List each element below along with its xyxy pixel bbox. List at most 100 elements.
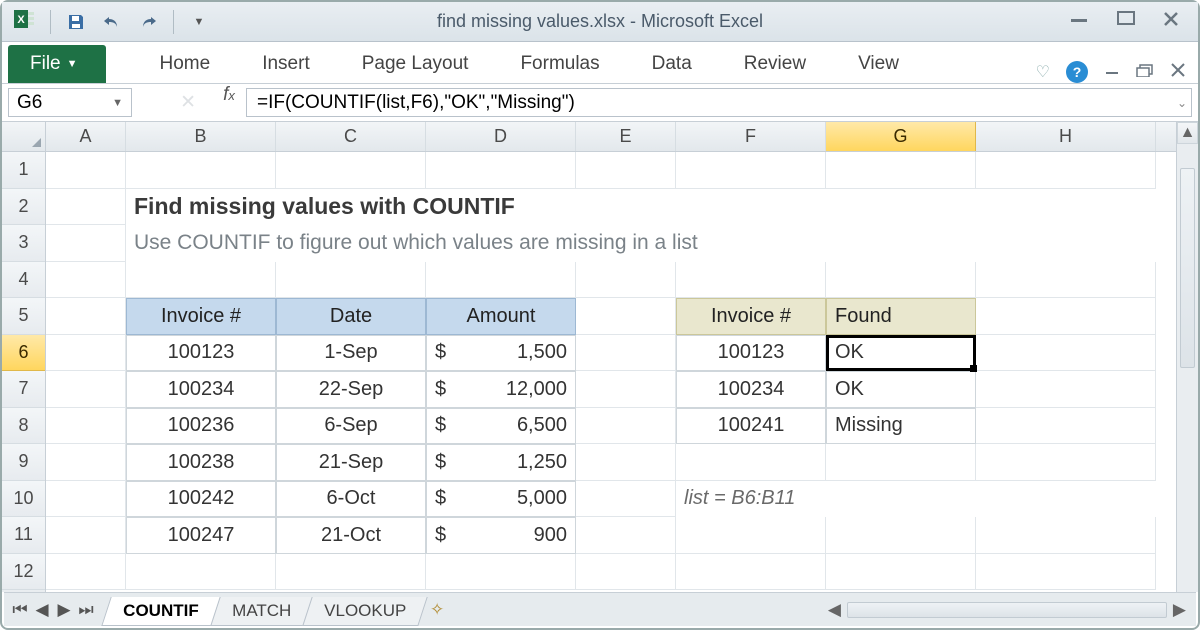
last-sheet-icon[interactable]: ⏭ [76, 600, 96, 620]
chevron-down-icon[interactable]: ▼ [112, 97, 123, 109]
title-cell[interactable]: Find missing values with COUNTIF [126, 189, 826, 226]
tab-formulas[interactable]: Formulas [516, 47, 603, 83]
col-header[interactable]: A [46, 122, 126, 151]
cell[interactable] [976, 335, 1156, 372]
tab-home[interactable]: Home [156, 47, 215, 83]
cell[interactable] [576, 298, 676, 335]
tab-review[interactable]: Review [740, 47, 810, 83]
col-header[interactable]: D [426, 122, 576, 151]
cell[interactable] [976, 408, 1156, 445]
active-cell[interactable]: OK [826, 335, 976, 372]
table-cell[interactable]: 100123 [126, 335, 276, 372]
table-header[interactable]: Found [826, 298, 976, 335]
scroll-right-icon[interactable]: ▶ [1173, 600, 1186, 620]
table-cell[interactable]: 100123 [676, 335, 826, 372]
cell[interactable] [976, 554, 1156, 591]
cell[interactable] [976, 152, 1156, 189]
row-header[interactable]: 9 [2, 444, 45, 481]
cell[interactable] [126, 262, 276, 299]
cell[interactable] [576, 408, 676, 445]
tab-page-layout[interactable]: Page Layout [358, 47, 473, 83]
cell[interactable] [976, 262, 1156, 299]
table-cell[interactable]: OK [826, 371, 976, 408]
cell[interactable] [826, 554, 976, 591]
cell[interactable] [826, 262, 976, 299]
cell[interactable] [976, 298, 1156, 335]
row-header[interactable]: 1 [2, 152, 45, 189]
row-header[interactable]: 12 [2, 554, 45, 591]
cell[interactable] [426, 152, 576, 189]
cell[interactable] [46, 225, 126, 262]
col-header-selected[interactable]: G [826, 122, 976, 151]
cell[interactable] [46, 262, 126, 299]
cell[interactable] [46, 189, 126, 226]
table-cell[interactable]: 100247 [126, 517, 276, 554]
table-cell[interactable]: $1,500 [426, 335, 576, 372]
cell[interactable] [276, 262, 426, 299]
table-header[interactable]: Amount [426, 298, 576, 335]
cell[interactable] [46, 371, 126, 408]
sheet-tab[interactable]: MATCH [210, 597, 313, 626]
table-cell[interactable]: 100234 [126, 371, 276, 408]
horizontal-scrollbar[interactable]: ◀ ▶ [828, 600, 1186, 620]
table-header[interactable]: Invoice # [676, 298, 826, 335]
scrollbar-thumb[interactable] [1180, 168, 1195, 368]
cell[interactable] [976, 371, 1156, 408]
expand-formula-bar-icon[interactable]: ⌄ [1177, 96, 1187, 110]
customize-qat-dropdown[interactable]: ▼ [188, 11, 210, 33]
row-header[interactable]: 8 [2, 408, 45, 445]
cell[interactable] [676, 554, 826, 591]
cell[interactable] [46, 408, 126, 445]
cell[interactable] [826, 152, 976, 189]
table-cell[interactable]: 100241 [676, 408, 826, 445]
undo-button[interactable] [101, 11, 123, 33]
col-header[interactable]: H [976, 122, 1156, 151]
row-header[interactable]: 3 [2, 225, 45, 262]
name-box[interactable]: G6 ▼ [8, 88, 132, 117]
cell[interactable] [676, 152, 826, 189]
cells-area[interactable]: Find missing values with COUNTIF Use COU… [46, 152, 1176, 590]
table-cell[interactable]: 100234 [676, 371, 826, 408]
file-tab[interactable]: File ▼ [8, 45, 106, 83]
close-button[interactable] [1162, 10, 1180, 33]
col-header[interactable]: E [576, 122, 676, 151]
table-cell[interactable]: 6-Sep [276, 408, 426, 445]
cell[interactable] [576, 371, 676, 408]
ribbon-restore-icon[interactable] [1136, 63, 1154, 82]
row-header[interactable]: 10 [2, 481, 45, 518]
ribbon-dash-icon[interactable] [1104, 63, 1120, 81]
cell[interactable] [576, 262, 676, 299]
cell[interactable] [46, 481, 126, 518]
tab-data[interactable]: Data [648, 47, 696, 83]
sheet-tab-active[interactable]: COUNTIF [101, 597, 220, 626]
save-button[interactable] [65, 11, 87, 33]
tab-view[interactable]: View [854, 47, 903, 83]
table-cell[interactable]: $900 [426, 517, 576, 554]
cell[interactable] [46, 444, 126, 481]
help-icon[interactable]: ? [1066, 61, 1088, 83]
scrollbar-thumb[interactable] [847, 602, 1167, 618]
table-cell[interactable]: 6-Oct [276, 481, 426, 518]
table-cell[interactable]: 1-Sep [276, 335, 426, 372]
table-cell[interactable]: $6,500 [426, 408, 576, 445]
cell[interactable] [576, 481, 676, 518]
row-header-selected[interactable]: 6 [2, 335, 45, 372]
next-sheet-icon[interactable]: ▶ [54, 600, 74, 620]
table-cell[interactable]: 21-Oct [276, 517, 426, 554]
cell[interactable] [46, 335, 126, 372]
ribbon-close-icon[interactable] [1170, 62, 1186, 83]
col-header[interactable]: F [676, 122, 826, 151]
table-cell[interactable]: $1,250 [426, 444, 576, 481]
sheet-tab[interactable]: VLOOKUP [302, 597, 428, 626]
cell[interactable] [46, 152, 126, 189]
cell[interactable] [676, 444, 826, 481]
cell[interactable] [426, 554, 576, 591]
table-cell[interactable]: 21-Sep [276, 444, 426, 481]
note-cell[interactable]: list = B6:B11 [676, 481, 976, 518]
table-header[interactable]: Invoice # [126, 298, 276, 335]
scroll-up-icon[interactable]: ▲ [1177, 122, 1198, 144]
row-header[interactable]: 4 [2, 262, 45, 299]
formula-input[interactable]: =IF(COUNTIF(list,F6),"OK","Missing") ⌄ [246, 88, 1192, 117]
table-cell[interactable]: $5,000 [426, 481, 576, 518]
cell[interactable] [676, 517, 826, 554]
